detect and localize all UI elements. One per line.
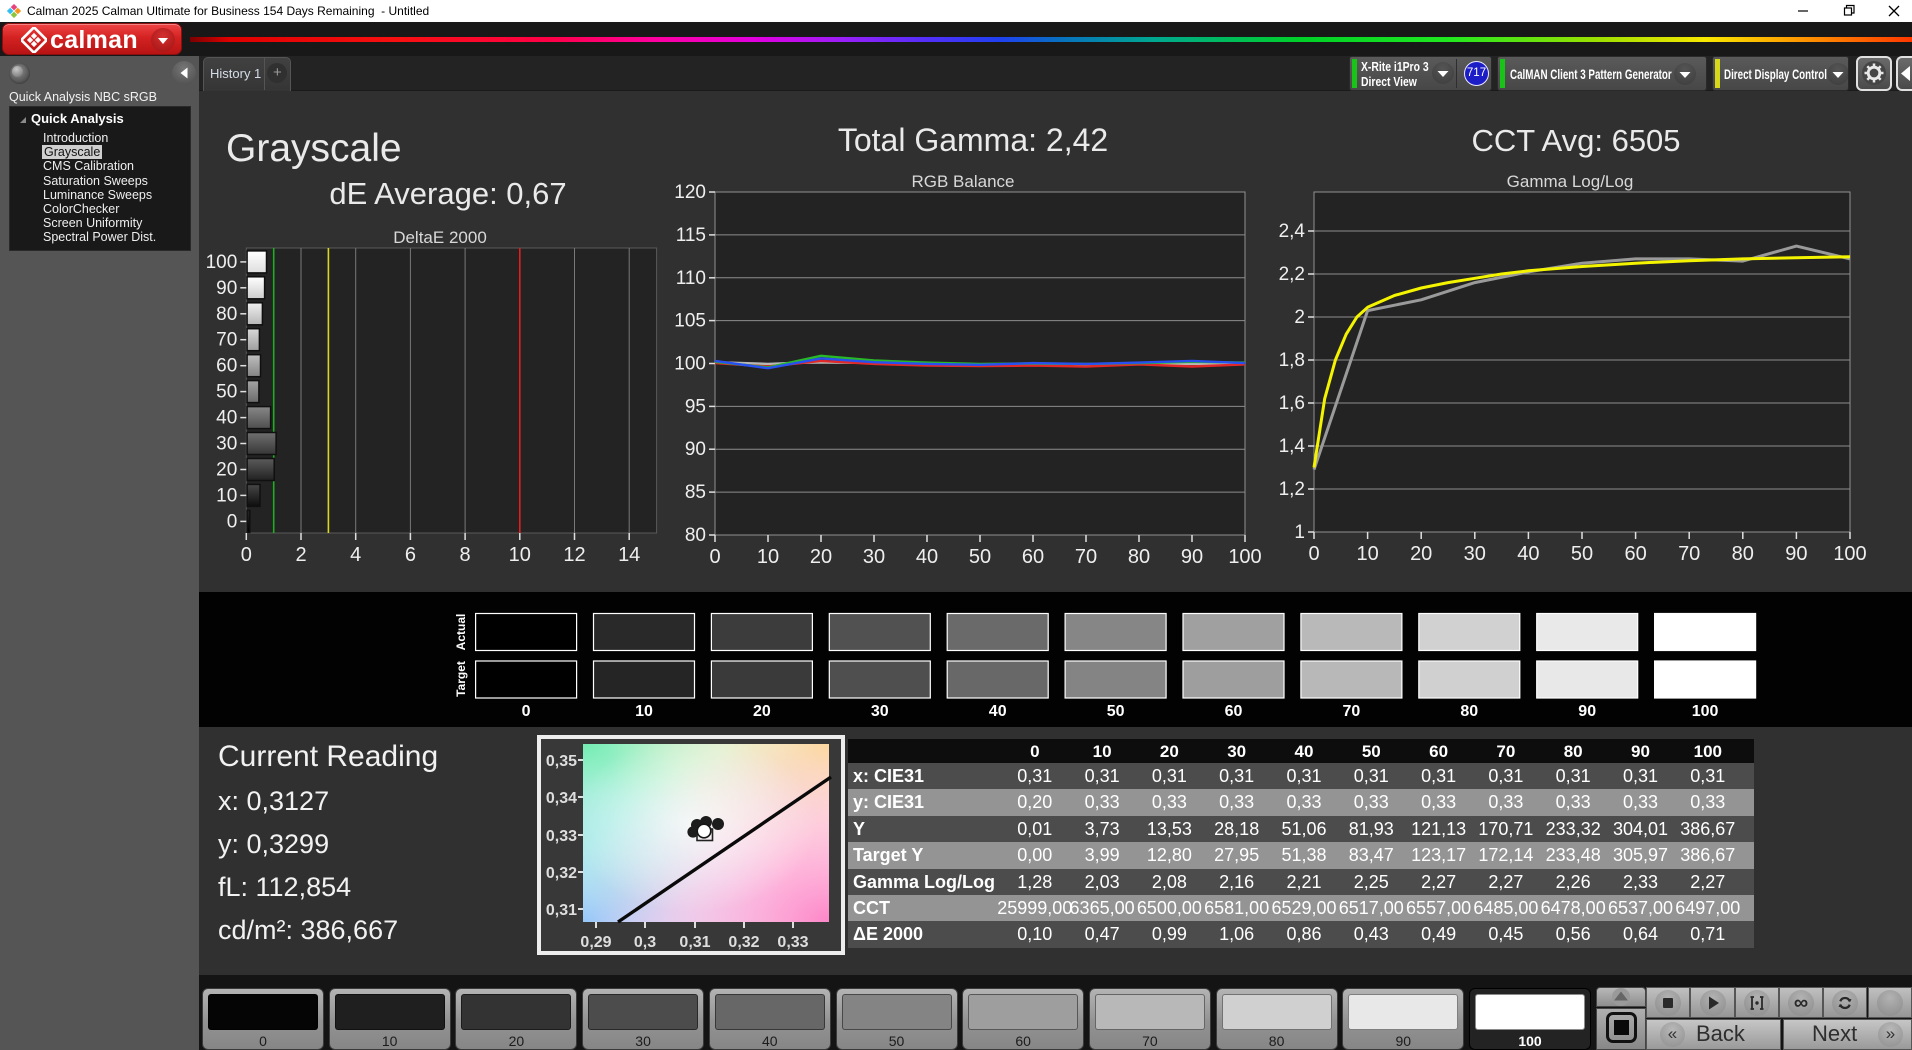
svg-text:100: 100 — [1833, 543, 1866, 565]
svg-text:20: 20 — [216, 460, 237, 481]
svg-text:10: 10 — [1356, 543, 1378, 565]
svg-text:40: 40 — [216, 408, 237, 429]
svg-text:0,35: 0,35 — [546, 753, 577, 770]
svg-text:0,29: 0,29 — [580, 934, 611, 951]
svg-text:0,31: 0,31 — [546, 902, 577, 919]
svg-text:10: 10 — [216, 485, 237, 506]
svg-text:Grayscale: Grayscale — [226, 127, 402, 170]
svg-text:105: 105 — [674, 311, 706, 332]
svg-text:70: 70 — [216, 330, 237, 351]
svg-text:0,32: 0,32 — [728, 934, 759, 951]
svg-text:80: 80 — [1460, 703, 1478, 720]
svg-text:20: 20 — [810, 546, 832, 568]
svg-text:0,32: 0,32 — [546, 865, 577, 882]
svg-text:0,31: 0,31 — [679, 934, 710, 951]
svg-text:1,6: 1,6 — [1279, 393, 1305, 414]
svg-text:40: 40 — [1517, 543, 1539, 565]
svg-text:80: 80 — [1732, 543, 1754, 565]
svg-text:Target: Target — [454, 661, 468, 697]
svg-text:40: 40 — [989, 703, 1007, 720]
svg-text:120: 120 — [674, 182, 706, 203]
svg-text:10: 10 — [757, 546, 779, 568]
svg-text:10: 10 — [509, 544, 531, 566]
svg-text:20: 20 — [1410, 543, 1432, 565]
svg-text:100: 100 — [1228, 546, 1261, 568]
svg-text:Actual: Actual — [454, 614, 468, 651]
svg-text:2,4: 2,4 — [1279, 221, 1306, 242]
svg-text:60: 60 — [1022, 546, 1044, 568]
svg-text:0,3: 0,3 — [634, 934, 656, 951]
svg-text:0: 0 — [227, 511, 238, 532]
svg-text:Total Gamma: 2,42: Total Gamma: 2,42 — [838, 122, 1108, 158]
svg-text:0: 0 — [241, 544, 252, 566]
svg-text:80: 80 — [685, 525, 706, 546]
svg-text:80: 80 — [216, 304, 237, 325]
svg-text:4: 4 — [350, 544, 361, 566]
svg-text:14: 14 — [618, 544, 640, 566]
svg-text:100: 100 — [206, 252, 238, 273]
svg-text:0,34: 0,34 — [546, 790, 577, 807]
svg-text:50: 50 — [969, 546, 991, 568]
svg-text:6: 6 — [405, 544, 416, 566]
svg-text:85: 85 — [685, 482, 706, 503]
svg-text:40: 40 — [916, 546, 938, 568]
svg-text:∞: ∞ — [1794, 992, 1808, 1014]
svg-text:60: 60 — [216, 356, 237, 377]
svg-text:2: 2 — [295, 544, 306, 566]
svg-text:100: 100 — [1692, 703, 1719, 720]
svg-text:dE Average: 0,67: dE Average: 0,67 — [329, 176, 566, 211]
svg-text:1,8: 1,8 — [1279, 350, 1305, 371]
svg-text:30: 30 — [863, 546, 885, 568]
svg-text:90: 90 — [1181, 546, 1203, 568]
svg-text:90: 90 — [1785, 543, 1807, 565]
svg-text:0: 0 — [1308, 543, 1319, 565]
svg-text:CCT Avg: 6505: CCT Avg: 6505 — [1471, 123, 1680, 158]
svg-text:0,33: 0,33 — [777, 934, 808, 951]
svg-text:30: 30 — [871, 703, 889, 720]
svg-text:70: 70 — [1343, 703, 1361, 720]
svg-text:1: 1 — [1294, 522, 1305, 543]
svg-text:90: 90 — [1578, 703, 1596, 720]
svg-text:110: 110 — [676, 268, 706, 289]
svg-text:50: 50 — [1107, 703, 1125, 720]
svg-text:12: 12 — [563, 544, 585, 566]
svg-text:8: 8 — [460, 544, 471, 566]
svg-text:1,2: 1,2 — [1279, 479, 1305, 500]
svg-text:50: 50 — [1571, 543, 1593, 565]
svg-text:90: 90 — [685, 439, 706, 460]
svg-text:30: 30 — [1464, 543, 1486, 565]
svg-text:70: 70 — [1075, 546, 1097, 568]
svg-text:95: 95 — [685, 396, 706, 417]
svg-text:0: 0 — [709, 546, 720, 568]
svg-text:115: 115 — [676, 225, 706, 246]
svg-text:70: 70 — [1678, 543, 1700, 565]
svg-text:30: 30 — [216, 434, 237, 455]
svg-text:60: 60 — [1225, 703, 1243, 720]
svg-text:20: 20 — [753, 703, 771, 720]
svg-text:2: 2 — [1294, 307, 1305, 328]
svg-text:2,2: 2,2 — [1279, 264, 1305, 285]
svg-text:0: 0 — [522, 703, 531, 720]
svg-text:100: 100 — [674, 354, 706, 375]
svg-text:90: 90 — [216, 278, 237, 299]
svg-text:DeltaE 2000: DeltaE 2000 — [393, 228, 487, 247]
svg-text:50: 50 — [216, 382, 237, 403]
svg-text:1,4: 1,4 — [1279, 436, 1306, 457]
svg-text:60: 60 — [1624, 543, 1646, 565]
svg-text:0,33: 0,33 — [546, 828, 577, 845]
svg-text:10: 10 — [635, 703, 653, 720]
svg-text:RGB Balance: RGB Balance — [912, 172, 1015, 191]
svg-text:80: 80 — [1128, 546, 1150, 568]
svg-text:Gamma Log/Log: Gamma Log/Log — [1507, 172, 1634, 191]
